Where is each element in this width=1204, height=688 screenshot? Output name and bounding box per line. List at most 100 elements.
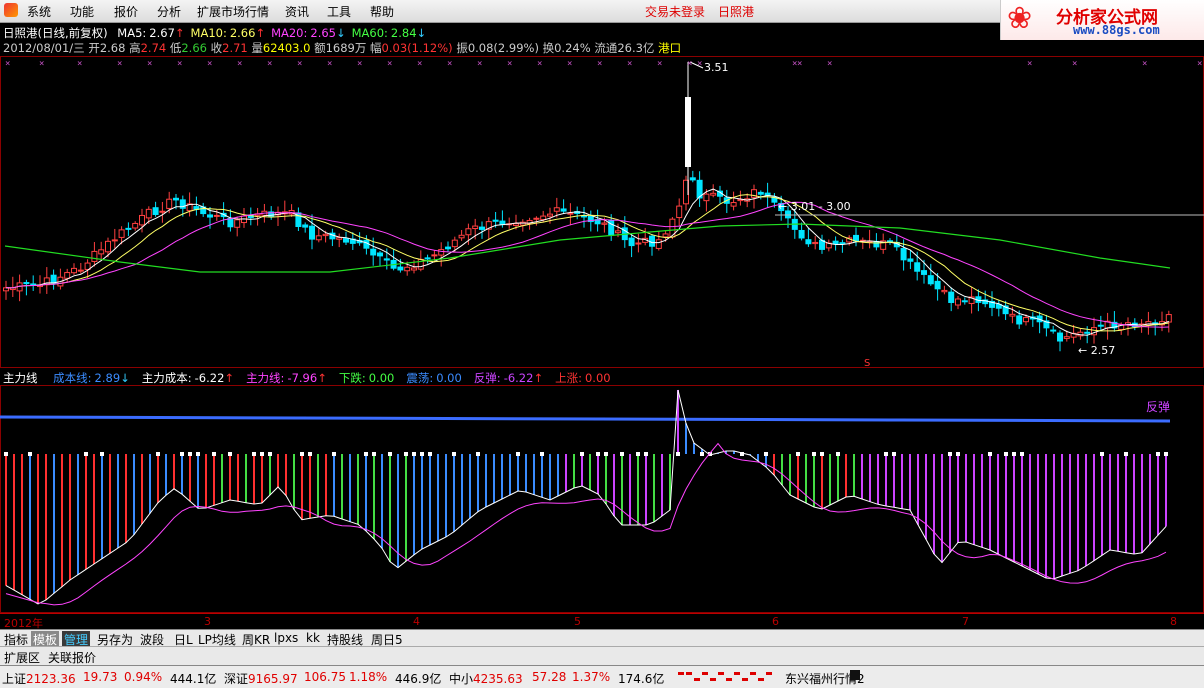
high-annotation: 3.51 [704,61,729,74]
sz-index[interactable]: 深证9165.97 [224,670,298,687]
tab-kk[interactable]: kk [304,631,322,645]
candle-body [948,291,955,303]
ma-2-value: MA20: 2.65↓ [271,26,346,40]
indicator-value: -6.22 [194,371,225,385]
zx-index[interactable]: 中小4235.63 [449,670,523,687]
candle-body [921,270,927,275]
event-marker: × [267,59,272,69]
tab-extension-area[interactable]: 扩展区 [4,649,40,666]
status-bar: 上证2123.36 19.73 0.94% 444.1亿 深证9165.97 1… [0,665,1204,688]
candle-body [322,233,329,237]
signal-dot [836,452,840,456]
candle-body [1016,315,1023,325]
tab-related-quotes[interactable]: 关联报价 [48,649,96,666]
open-label: 开 [88,41,100,55]
indicator-arrow-icon: ↑ [224,371,235,385]
candle-body [404,266,411,272]
signal-dot [596,452,600,456]
candle-body [635,242,642,245]
sh-label: 上证 [2,672,27,686]
candle-body [601,222,608,225]
event-marker: × [177,59,182,69]
event-marker: × [597,59,602,69]
candle-body [907,258,914,262]
event-marker: × [1197,59,1202,69]
candle-body [125,227,132,230]
amplitude-value: 0.08(2.99%) [467,41,539,55]
event-marker: × [5,59,10,69]
sz-label: 深证 [224,672,249,686]
indicator-value: 0.00 [584,371,611,385]
signal-dot [948,452,952,456]
event-marker: × [357,59,362,69]
event-marker: × [327,59,332,69]
candle-body [513,223,519,226]
candle-body [1050,329,1057,332]
candle-body [472,225,479,230]
indicator-arrow-icon: ↓ [120,371,130,385]
event-marker: × [537,59,542,69]
indicator-tabs: 指标 模板 管理 另存为 波段 日L LP均线 周KR lpxs kk 持股线 … [0,629,1204,648]
signal-dot [180,452,184,456]
event-marker: × [387,59,392,69]
indicator-arrow-icon: ↑ [533,371,544,385]
signal-dot [428,452,432,456]
candle-body [234,219,241,228]
candle-body [105,240,111,253]
event-marker: × [797,59,802,69]
signal-dot [388,452,392,456]
indicator-title[interactable]: 主力线 [3,371,38,385]
signal-dot [1100,452,1104,456]
sh-index[interactable]: 上证2123.36 [2,670,76,687]
candle-body [1097,324,1104,327]
sector-label[interactable]: 港口 [658,41,681,55]
candle-body [451,239,458,248]
event-marker: × [507,59,512,69]
indicator-arrow-icon: ↑ [317,371,327,385]
indicator-value: 0.00 [368,371,395,385]
close-label: 收 [210,41,223,55]
ma-label: MA5: [117,26,147,40]
box-annotation: ← 3.01 - 3.00 [778,200,851,213]
zx-value: 4235.63 [473,672,523,686]
indicator-label: 成本线: [53,371,92,385]
candle-body [1063,336,1070,339]
candle-body [370,248,377,256]
event-marker: × [207,59,212,69]
signal-dot [636,452,640,456]
signal-dot [4,452,8,456]
ma-label: MA20: [271,26,308,40]
signal-dot [100,452,104,456]
low-annotation: ← 2.57 [1078,344,1115,357]
signal-dot [820,452,824,456]
signal-dot [364,452,368,456]
candle-body [873,240,880,248]
signal-dot [580,452,584,456]
low-label: 低 [169,41,182,55]
signal-dot [372,452,376,456]
signal-dot [1012,452,1016,456]
event-marker: × [447,59,452,69]
sz-change: 106.75 [304,670,346,684]
signal-dot [676,452,680,456]
tab-lpxs[interactable]: lpxs [272,631,300,645]
ma-value: 2.67 [149,26,175,40]
stock-chart[interactable]: 3.51 ← 2.57 ← 3.01 - 3.00 S × × × × × × × × × × × × × × × ×… [0,0,1204,687]
signal-dot [412,452,416,456]
candle-body [397,266,404,271]
sh-amount: 444.1亿 [170,672,217,686]
candle-body [98,249,105,255]
indicator-label: 主力线: [246,371,285,385]
ma-arrow-icon: ↓ [335,26,346,40]
turnover-label: 换 [542,41,555,55]
event-marker: × [77,59,82,69]
candle-body [411,267,417,271]
indicator-3: 下跌: 0.00 [339,371,394,385]
candle-body [465,228,472,236]
candle-body [1057,332,1063,342]
candle-body [540,215,547,221]
event-marker: × [237,59,242,69]
signal-dot [300,452,304,456]
signal-dot [404,452,408,456]
candle-body [50,274,57,284]
